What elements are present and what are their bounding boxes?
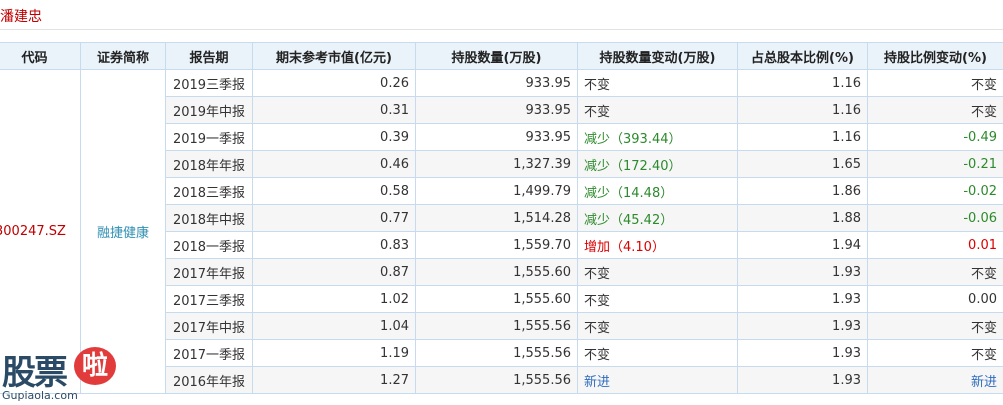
ratio-cell: 1.93: [737, 312, 868, 340]
ratio-cell: 1.93: [737, 366, 868, 394]
market-value-cell: 0.87: [252, 258, 416, 286]
report-period-cell: 2018三季报: [165, 177, 253, 205]
shares-change-cell: 减少（393.44）: [577, 123, 738, 151]
ratio-cell: 1.88: [737, 204, 868, 232]
title-bar: 潘建忠: [0, 0, 1003, 30]
ratio-cell: 1.94: [737, 231, 868, 259]
shares-change-cell: 不变: [577, 285, 738, 313]
ratio-cell: 1.93: [737, 258, 868, 286]
shares-cell: 1,555.56: [415, 339, 578, 367]
ratio-cell: 1.93: [737, 285, 868, 313]
market-value-cell: 0.31: [252, 96, 416, 124]
column-header[interactable]: 代码: [0, 42, 81, 70]
watermark-url: Gupiaola.com: [2, 389, 78, 402]
shares-cell: 1,327.39: [415, 150, 578, 178]
column-header[interactable]: 报告期: [165, 42, 253, 70]
column-header[interactable]: 证券简称: [80, 42, 166, 70]
market-value-cell: 0.83: [252, 231, 416, 259]
market-value-cell: 1.02: [252, 285, 416, 313]
table-header-row: 代码 证券简称 报告期 期末参考市值(亿元) 持股数量(万股) 持股数量变动(万…: [0, 42, 1003, 70]
market-value-cell: 0.39: [252, 123, 416, 151]
ratio-change-cell: 不变: [867, 258, 1003, 286]
shares-change-cell: 新进: [577, 366, 738, 394]
shares-cell: 1,555.60: [415, 285, 578, 313]
ratio-change-cell: -0.02: [867, 177, 1003, 205]
column-header[interactable]: 期末参考市值(亿元): [252, 42, 416, 70]
report-period-cell: 2017年中报: [165, 312, 253, 340]
shares-change-cell: 不变: [577, 69, 738, 97]
shares-cell: 933.95: [415, 69, 578, 97]
ratio-change-cell: 不变: [867, 339, 1003, 367]
shares-change-cell: 不变: [577, 96, 738, 124]
ratio-change-cell: -0.06: [867, 204, 1003, 232]
report-period-cell: 2019一季报: [165, 123, 253, 151]
column-header[interactable]: 持股数量(万股): [415, 42, 578, 70]
page-title: 潘建忠: [0, 9, 42, 25]
shares-change-cell: 增加（4.10）: [577, 231, 738, 259]
shares-cell: 1,514.28: [415, 204, 578, 232]
site-watermark: 股票 啦 Gupiaola.com: [2, 345, 120, 405]
shares-change-cell: 减少（14.48）: [577, 177, 738, 205]
ratio-change-cell: 不变: [867, 69, 1003, 97]
ratio-cell: 1.16: [737, 96, 868, 124]
report-period-cell: 2017一季报: [165, 339, 253, 367]
shares-cell: 1,555.56: [415, 366, 578, 394]
column-header[interactable]: 持股数量变动(万股): [577, 42, 738, 70]
report-period-cell: 2018一季报: [165, 231, 253, 259]
ratio-cell: 1.16: [737, 69, 868, 97]
shares-cell: 1,499.79: [415, 177, 578, 205]
ratio-change-cell: 不变: [867, 312, 1003, 340]
report-period-cell: 2017三季报: [165, 285, 253, 313]
watermark-text: 股票: [2, 353, 68, 393]
report-period-cell: 2019年中报: [165, 96, 253, 124]
shares-change-cell: 减少（172.40）: [577, 150, 738, 178]
market-value-cell: 0.58: [252, 177, 416, 205]
ratio-change-cell: -0.21: [867, 150, 1003, 178]
shares-change-cell: 不变: [577, 258, 738, 286]
market-value-cell: 1.19: [252, 339, 416, 367]
ratio-change-cell: 0.01: [867, 231, 1003, 259]
table-row: 300247.SZ 融捷健康 2019三季报 0.26 933.95 不变 1.16 不变: [0, 69, 1003, 394]
ratio-change-cell: 新进: [867, 366, 1003, 394]
column-header[interactable]: 占总股本比例(%): [737, 42, 868, 70]
shares-cell: 933.95: [415, 96, 578, 124]
ratio-cell: 1.16: [737, 123, 868, 151]
ratio-change-cell: -0.49: [867, 123, 1003, 151]
report-period-cell: 2018年中报: [165, 204, 253, 232]
column-header[interactable]: 持股比例变动(%): [867, 42, 1003, 70]
market-value-cell: 1.04: [252, 312, 416, 340]
watermark-bubble-icon: 啦: [74, 347, 116, 385]
report-period-cell: 2018年年报: [165, 150, 253, 178]
shares-cell: 1,555.60: [415, 258, 578, 286]
shares-cell: 933.95: [415, 123, 578, 151]
market-value-cell: 0.77: [252, 204, 416, 232]
ratio-cell: 1.86: [737, 177, 868, 205]
shares-change-cell: 减少（45.42）: [577, 204, 738, 232]
market-value-cell: 1.27: [252, 366, 416, 394]
shares-cell: 1,555.56: [415, 312, 578, 340]
ratio-change-cell: 0.00: [867, 285, 1003, 313]
shares-change-cell: 不变: [577, 312, 738, 340]
report-period-cell: 2017年年报: [165, 258, 253, 286]
ratio-change-cell: 不变: [867, 96, 1003, 124]
table-body: 300247.SZ 融捷健康 2019三季报 0.26 933.95 不变 1.16 不变 20…: [0, 69, 1003, 394]
shares-change-cell: 不变: [577, 339, 738, 367]
ratio-cell: 1.93: [737, 339, 868, 367]
market-value-cell: 0.26: [252, 69, 416, 97]
report-period-cell: 2019三季报: [165, 69, 253, 97]
ratio-cell: 1.65: [737, 150, 868, 178]
market-value-cell: 0.46: [252, 150, 416, 178]
shares-cell: 1,559.70: [415, 231, 578, 259]
report-period-cell: 2016年年报: [165, 366, 253, 394]
holdings-table: 代码 证券简称 报告期 期末参考市值(亿元) 持股数量(万股) 持股数量变动(万…: [0, 42, 1003, 394]
